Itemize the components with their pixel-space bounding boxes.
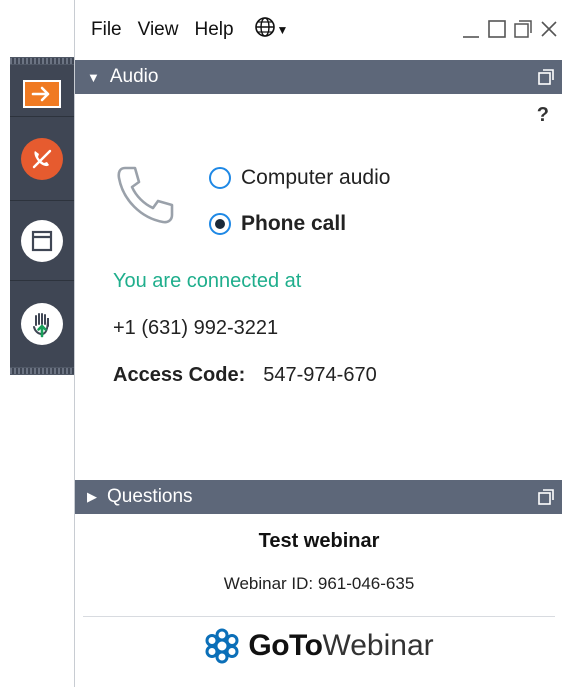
raise-hand-button[interactable]: [10, 281, 74, 367]
dock-grip-top[interactable]: [10, 58, 74, 64]
questions-section-title: Questions: [107, 486, 193, 507]
gotowebinar-logo: GoTo Webinar: [75, 628, 562, 664]
computer-audio-option[interactable]: Computer audio: [209, 166, 390, 190]
collapse-triangle-icon: ▼: [87, 69, 100, 85]
access-code-value: 547-974-670: [263, 364, 377, 386]
window-icon: [21, 219, 63, 262]
collapse-arrow-icon: [23, 79, 61, 108]
access-code-row: Access Code: 547-974-670: [113, 364, 377, 387]
divider: [83, 616, 555, 617]
phone-call-option[interactable]: Phone call: [209, 212, 346, 236]
computer-audio-radio[interactable]: [209, 167, 231, 189]
collapse-panel-button[interactable]: [10, 71, 74, 117]
questions-section-header[interactable]: ▶ Questions: [75, 480, 562, 514]
phone-call-radio[interactable]: [209, 213, 231, 235]
expand-triangle-icon: ▶: [87, 489, 97, 504]
audio-pop-out-icon[interactable]: [537, 68, 555, 86]
chevron-down-icon: ▼: [276, 23, 289, 37]
computer-audio-label: Computer audio: [241, 166, 391, 189]
gotowebinar-logo-icon: [204, 628, 240, 664]
audio-section-title: Audio: [109, 66, 159, 87]
phone-handset-icon: [111, 160, 181, 235]
window-controls: [461, 18, 559, 40]
dock-grip-bottom[interactable]: [10, 368, 74, 374]
globe-icon: [254, 16, 276, 44]
mute-button[interactable]: [10, 117, 74, 201]
control-dock: [10, 57, 74, 375]
brand-webinar: Webinar: [322, 629, 434, 662]
access-code-label: Access Code:: [113, 364, 246, 386]
menu-file[interactable]: File: [89, 19, 124, 41]
minimize-icon[interactable]: [461, 18, 481, 40]
raise-hand-icon: [21, 303, 63, 345]
connected-status: You are connected at: [113, 270, 302, 292]
menu-help[interactable]: Help: [192, 19, 235, 41]
audio-section-header[interactable]: ▼ Audio: [75, 60, 562, 94]
control-panel: File View Help ▼ ▼ Audio ? Computer audi…: [74, 0, 562, 687]
dial-in-number: +1 (631) 992-3221: [113, 317, 279, 339]
mute-phone-icon: [21, 137, 63, 180]
webinar-id: Webinar ID: 961-046-635: [223, 574, 415, 593]
audio-help-button[interactable]: ?: [537, 104, 549, 127]
questions-pop-out-icon[interactable]: [537, 488, 555, 506]
language-button[interactable]: ▼: [254, 16, 289, 44]
restore-icon[interactable]: [487, 18, 507, 40]
show-window-button[interactable]: [10, 201, 74, 281]
brand-goto: GoTo: [248, 629, 323, 662]
pop-out-icon[interactable]: [513, 18, 533, 40]
webinar-title: Test webinar: [258, 530, 380, 552]
phone-call-label: Phone call: [241, 212, 347, 235]
menu-view[interactable]: View: [136, 19, 181, 41]
close-icon[interactable]: [539, 18, 559, 40]
